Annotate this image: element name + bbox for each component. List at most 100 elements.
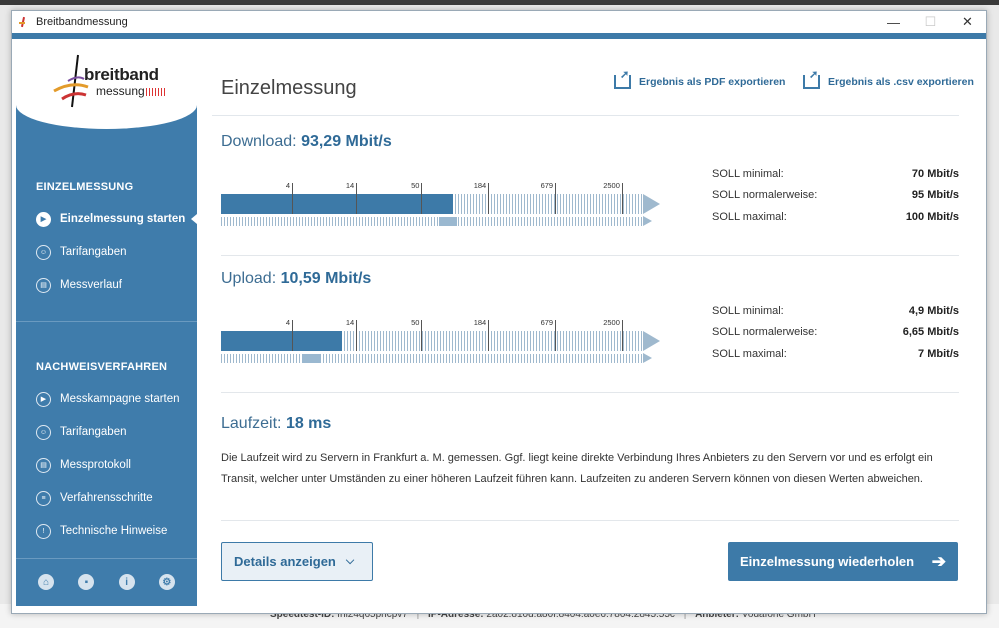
soll-row: SOLL maximal: 7 Mbit/s — [712, 343, 959, 365]
user-icon: ☺ — [36, 244, 51, 260]
details-button-label: Details anzeigen — [234, 554, 336, 569]
user-icon: ☺ — [36, 424, 51, 440]
details-button[interactable]: Details anzeigen ⌵ — [221, 542, 373, 581]
sidebar-item-label: Tarifangaben — [60, 246, 127, 258]
minimize-button[interactable]: — — [875, 11, 912, 33]
export-pdf-link[interactable]: Ergebnis als PDF exportieren — [614, 68, 786, 89]
upload-value: 10,59 Mbit/s — [280, 270, 372, 287]
gauge-measured-fill — [221, 194, 454, 214]
soll-label: SOLL normalerweise: — [712, 189, 818, 202]
latency-label: Laufzeit: — [221, 415, 282, 432]
app-window: Breitbandmessung — ☐ ✕ breitband messung… — [11, 10, 987, 614]
sidebar-item-verfahrensschritte[interactable]: ≡ Verfahrensschritte — [36, 488, 196, 508]
sidebar-divider — [16, 321, 197, 322]
sidebar-item-tarifangaben[interactable]: ☺ Tarifangaben — [36, 422, 196, 442]
gauge-tick-label: 4 — [285, 181, 291, 190]
header-divider — [212, 115, 959, 116]
sidebar-item-messprotokoll[interactable]: ▤ Messprotokoll — [36, 455, 196, 475]
gauge-tick-line — [421, 320, 423, 351]
home-icon[interactable]: ⌂ — [38, 574, 55, 590]
sidebar-item-tarifangaben[interactable]: ☺ Tarifangaben — [36, 242, 196, 262]
section-divider — [221, 255, 959, 256]
latency-description: Die Laufzeit wird zu Servern in Frankfur… — [221, 452, 933, 485]
gauge-tick-label: 184 — [473, 318, 487, 327]
sidebar-item-label: Technische Hinweise — [60, 525, 168, 537]
close-button[interactable]: ✕ — [949, 11, 986, 33]
gauge-tick-label: 50 — [411, 318, 420, 327]
soll-value: 100 Mbit/s — [905, 210, 959, 223]
repeat-measurement-button[interactable]: Einzelmessung wiederholen ➔ — [728, 542, 958, 581]
sidebar-item-label: Tarifangaben — [60, 426, 127, 438]
gauge-tick-line — [356, 320, 358, 351]
gauge-tick-line — [488, 183, 490, 214]
upload-title: Upload: 10,59 Mbit/s — [221, 270, 371, 288]
sidebar-item-label: Verfahrensschritte — [60, 492, 153, 504]
play-icon: ▶ — [36, 391, 51, 407]
soll-row: SOLL minimal: 4,9 Mbit/s — [712, 300, 959, 322]
soll-label: SOLL maximal: — [712, 347, 787, 360]
chevron-down-icon: ⌵ — [345, 555, 355, 567]
gauge-tick-line — [621, 183, 623, 214]
gauge-soll-track — [221, 217, 643, 226]
sidebar-item-label: Messprotokoll — [60, 459, 131, 471]
gauge-arrow-icon — [643, 331, 660, 351]
export-icon — [803, 68, 820, 89]
gauge-tick-label: 2500 — [603, 181, 620, 190]
latency-value: 18 ms — [285, 415, 332, 432]
gauge-tick-line — [356, 183, 358, 214]
section-nachweisverfahren: NACHWEISVERFAHREN — [36, 361, 168, 373]
soll-value: 70 Mbit/s — [911, 167, 959, 180]
gauge-tick-line — [621, 320, 623, 351]
logo-area: breitband messung — [16, 39, 197, 129]
download-title: Download: 93,29 Mbit/s — [221, 133, 392, 151]
protocol-icon: ▤ — [36, 457, 51, 473]
soll-value: 95 Mbit/s — [911, 189, 959, 202]
chat-icon[interactable]: ▪ — [78, 574, 95, 590]
gauge-soll-track — [221, 354, 643, 363]
soll-row: SOLL maximal: 100 Mbit/s — [712, 206, 959, 228]
sidebar-item-technische-hinweise[interactable]: ! Technische Hinweise — [36, 521, 196, 541]
download-label: Download: — [221, 133, 297, 150]
sidebar-item-label: Messkampagne starten — [60, 393, 180, 405]
soll-row: SOLL normalerweise: 6,65 Mbit/s — [712, 322, 959, 344]
gear-icon[interactable]: ⚙ — [158, 574, 175, 590]
gauge-measured-fill — [221, 331, 342, 351]
logo-bars — [146, 88, 166, 96]
gauge-tick-line — [292, 183, 294, 214]
export-icon — [614, 68, 631, 89]
arrow-right-icon: ➔ — [931, 551, 946, 571]
soll-value: 4,9 Mbit/s — [908, 304, 959, 317]
maximize-button[interactable]: ☐ — [912, 11, 949, 33]
gauge-arrow-icon — [643, 353, 652, 363]
sidebar-item-messkampagne-starten[interactable]: ▶ Messkampagne starten — [36, 389, 196, 409]
sidebar: breitband messung EINZELMESSUNG ▶ Einzelm… — [16, 39, 197, 606]
gauge-tick-label: 14 — [345, 318, 355, 327]
sidebar-item-messverlauf[interactable]: ▤ Messverlauf — [36, 275, 196, 295]
sidebar-item-einzelmessung-starten[interactable]: ▶ Einzelmessung starten — [36, 209, 197, 229]
repeat-button-label: Einzelmessung wiederholen — [740, 554, 915, 569]
background-taskbar — [0, 0, 999, 5]
warning-icon: ! — [36, 523, 51, 539]
gauge-tick-label: 50 — [411, 181, 420, 190]
download-gauge: 4 14 50 184 679 2500 — [221, 181, 661, 229]
gauge-tick-line — [555, 183, 557, 214]
gauge-arrow-icon — [643, 216, 652, 226]
export-csv-link[interactable]: Ergebnis als .csv exportieren — [803, 68, 974, 89]
window-title: Breitbandmessung — [36, 16, 128, 28]
latency-title: Laufzeit: 18 ms — [221, 415, 331, 433]
export-pdf-label: Ergebnis als PDF exportieren — [639, 76, 786, 88]
download-soll-table: SOLL minimal: 70 Mbit/s SOLL normalerweise… — [712, 163, 959, 228]
gauge-tick-line — [292, 320, 294, 351]
upload-gauge: 4 14 50 184 679 2500 — [221, 318, 661, 366]
sidebar-bottom-icons: ⌂ ▪ i ⚙ — [16, 558, 197, 606]
soll-value: 6,65 Mbit/s — [902, 326, 959, 339]
gauge-tick-label: 2500 — [603, 318, 620, 327]
upload-label: Upload: — [221, 270, 277, 287]
soll-label: SOLL minimal: — [712, 304, 784, 317]
history-icon: ▤ — [36, 277, 51, 293]
logo-word-messung: messung — [96, 84, 145, 98]
info-icon[interactable]: i — [118, 574, 135, 590]
soll-row: SOLL minimal: 70 Mbit/s — [712, 163, 959, 185]
gauge-soll-range — [302, 354, 321, 363]
play-icon: ▶ — [36, 211, 51, 227]
